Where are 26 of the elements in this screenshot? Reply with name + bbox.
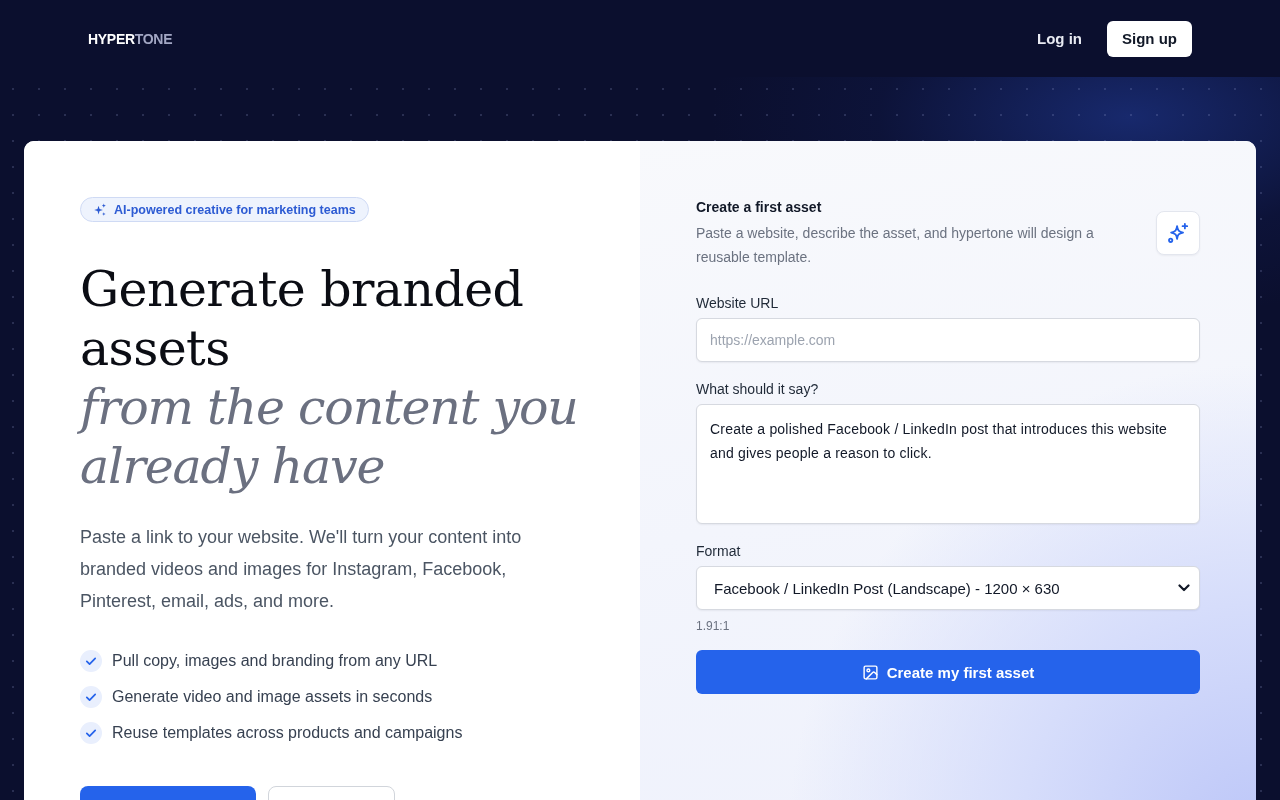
- logo-wordmark[interactable]: HYPERTONE: [88, 29, 173, 48]
- url-input[interactable]: https://example.com: [696, 318, 1200, 362]
- form-title: Create a first asset: [696, 198, 823, 217]
- check-icon: [80, 686, 102, 708]
- feature-text: Generate video and image assets in seconds: [112, 687, 433, 707]
- sparkle-button[interactable]: [1156, 211, 1200, 255]
- sparkles-icon: [1167, 222, 1189, 244]
- format-select[interactable]: Facebook / LinkedIn Post (Landscape) - 1200 × 630: [696, 566, 1200, 610]
- form-description: Paste a website, describe the asset, and hypertone will design a reusable template.: [696, 224, 1095, 267]
- feature-text: Pull copy, images and branding from any URL: [112, 651, 438, 671]
- check-icon: [80, 650, 102, 672]
- message-textarea[interactable]: Create a polished Facebook / LinkedIn post that introduces this website and gives people a reason to click.: [696, 404, 1200, 524]
- chevron-down-icon: [1178, 584, 1190, 592]
- login-link[interactable]: Log in: [1037, 28, 1082, 49]
- hero-description: Paste a link to your website. We'll turn your content into branded videos and images for Instagram, Facebook, Pinterest, email, ads, and more.: [80, 526, 523, 613]
- tagline-badge: AI-powered creative for marketing teams: [80, 197, 369, 222]
- aspect-ratio-hint: 1.91:1: [696, 618, 731, 634]
- check-icon: [80, 722, 102, 744]
- field-label: Format: [696, 542, 742, 561]
- field-label: Website URL: [696, 294, 780, 313]
- feature-text: Reuse templates across products and campaigns: [112, 723, 463, 743]
- create-asset-button[interactable]: Create my first asset: [696, 650, 1200, 694]
- signup-button[interactable]: Sign up: [1107, 20, 1192, 57]
- image-icon: [861, 663, 879, 681]
- field-label: What should it say?: [696, 380, 820, 399]
- sparkles-icon: [93, 202, 107, 217]
